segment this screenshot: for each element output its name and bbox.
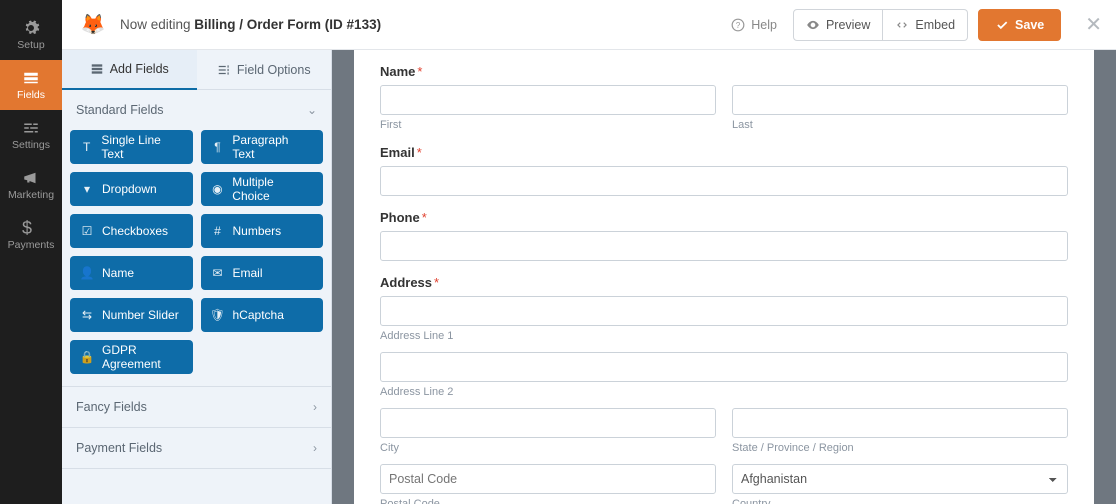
- section-fancy-fields[interactable]: Fancy Fields ›: [62, 387, 331, 427]
- address-line2-input[interactable]: [380, 352, 1068, 382]
- field-single-line-text[interactable]: TSingle Line Text: [70, 130, 193, 164]
- name-first-sublabel: First: [380, 119, 716, 131]
- tab-add-fields[interactable]: Add Fields: [62, 50, 197, 90]
- dropdown-icon: ▾: [80, 182, 94, 196]
- page-title: Now editing Billing / Order Form (ID #13…: [120, 17, 381, 32]
- address-city-sublabel: City: [380, 442, 716, 454]
- address-country-sublabel: Country: [732, 498, 1068, 504]
- name-label: Name*: [380, 64, 1068, 79]
- nav-fields-label: Fields: [17, 89, 45, 101]
- section-payment-fields[interactable]: Payment Fields ›: [62, 428, 331, 468]
- nav-settings-label: Settings: [12, 139, 50, 151]
- section-standard-fields[interactable]: Standard Fields ⌄: [62, 90, 331, 130]
- required-mark: *: [417, 64, 422, 79]
- address-city-input[interactable]: [380, 408, 716, 438]
- name-last-input[interactable]: [732, 85, 1068, 115]
- tab-field-options[interactable]: Field Options: [197, 50, 332, 89]
- left-nav: Setup Fields Settings Marketing $ Paymen…: [0, 0, 62, 504]
- envelope-icon: ✉: [211, 266, 225, 280]
- nav-setup-label: Setup: [17, 39, 44, 51]
- required-mark: *: [434, 275, 439, 290]
- field-email[interactable]: ✉Email: [201, 256, 324, 290]
- address-line2-sublabel: Address Line 2: [380, 386, 1068, 398]
- close-button[interactable]: ✕: [1085, 12, 1102, 37]
- dollar-icon: $: [22, 219, 40, 237]
- radio-icon: ◉: [211, 182, 225, 196]
- code-icon: [895, 18, 909, 32]
- address-postal-input[interactable]: [380, 464, 716, 494]
- email-label: Email*: [380, 145, 1068, 160]
- topbar: 🦊 Now editing Billing / Order Form (ID #…: [62, 0, 1116, 50]
- megaphone-icon: [22, 169, 40, 187]
- check-icon: [995, 18, 1009, 32]
- fields-icon: [22, 69, 40, 87]
- address-label: Address*: [380, 275, 1068, 290]
- field-number-slider[interactable]: ⇆Number Slider: [70, 298, 193, 332]
- add-fields-icon: [90, 62, 104, 76]
- shield-icon: 🛡: [211, 308, 225, 322]
- chevron-down-icon: ⌄: [307, 103, 317, 117]
- slider-icon: ⇆: [80, 308, 94, 322]
- help-icon: ?: [731, 18, 745, 32]
- form-field-email[interactable]: Email*: [380, 145, 1068, 196]
- person-icon: 👤: [80, 266, 94, 280]
- standard-fields-grid: TSingle Line Text ¶Paragraph Text ▾Dropd…: [62, 130, 331, 386]
- form-field-address[interactable]: Address* Address Line 1 Address Line 2: [380, 275, 1068, 504]
- form-field-phone[interactable]: Phone*: [380, 210, 1068, 261]
- required-mark: *: [417, 145, 422, 160]
- nav-marketing-label: Marketing: [8, 189, 54, 201]
- address-state-sublabel: State / Province / Region: [732, 442, 1068, 454]
- help-link[interactable]: ? Help: [731, 18, 777, 32]
- phone-input[interactable]: [380, 231, 1068, 261]
- field-dropdown[interactable]: ▾Dropdown: [70, 172, 193, 206]
- fields-panel: Add Fields Field Options Standard Fields…: [62, 50, 332, 504]
- address-line1-sublabel: Address Line 1: [380, 330, 1068, 342]
- app-logo: 🦊: [76, 8, 110, 42]
- address-state-input[interactable]: [732, 408, 1068, 438]
- close-icon: ✕: [1085, 14, 1102, 36]
- nav-payments-label: Payments: [8, 239, 55, 251]
- form-canvas: Name* First Last: [354, 50, 1094, 504]
- field-checkboxes[interactable]: ☑Checkboxes: [70, 214, 193, 248]
- field-numbers[interactable]: #Numbers: [201, 214, 324, 248]
- hash-icon: #: [211, 224, 225, 238]
- eye-icon: [806, 18, 820, 32]
- panel-tabs: Add Fields Field Options: [62, 50, 331, 90]
- required-mark: *: [422, 210, 427, 225]
- form-field-name[interactable]: Name* First Last: [380, 64, 1068, 131]
- field-paragraph-text[interactable]: ¶Paragraph Text: [201, 130, 324, 164]
- name-first-input[interactable]: [380, 85, 716, 115]
- address-country-select[interactable]: Afghanistan: [732, 464, 1068, 494]
- nav-payments[interactable]: $ Payments: [0, 210, 62, 260]
- lock-icon: 🔒: [80, 350, 94, 364]
- checkbox-icon: ☑: [80, 224, 94, 238]
- preview-button[interactable]: Preview: [793, 9, 883, 41]
- nav-settings[interactable]: Settings: [0, 110, 62, 160]
- phone-label: Phone*: [380, 210, 1068, 225]
- form-title: Billing / Order Form (ID #133): [194, 17, 381, 32]
- options-icon: [217, 63, 231, 77]
- name-last-sublabel: Last: [732, 119, 1068, 131]
- field-name[interactable]: 👤Name: [70, 256, 193, 290]
- field-hcaptcha[interactable]: 🛡hCaptcha: [201, 298, 324, 332]
- nav-fields[interactable]: Fields: [0, 60, 62, 110]
- paragraph-icon: ¶: [211, 140, 225, 154]
- chevron-right-icon: ›: [313, 400, 317, 414]
- editing-prefix: Now editing: [120, 17, 194, 32]
- svg-text:?: ?: [736, 20, 741, 29]
- field-gdpr[interactable]: 🔒GDPR Agreement: [70, 340, 193, 374]
- embed-button[interactable]: Embed: [883, 9, 968, 41]
- nav-marketing[interactable]: Marketing: [0, 160, 62, 210]
- chevron-right-icon: ›: [313, 441, 317, 455]
- address-postal-sublabel: Postal Code: [380, 498, 716, 504]
- save-button[interactable]: Save: [978, 9, 1061, 41]
- nav-setup[interactable]: Setup: [0, 10, 62, 60]
- field-multiple-choice[interactable]: ◉Multiple Choice: [201, 172, 324, 206]
- gear-icon: [22, 19, 40, 37]
- text-icon: T: [80, 140, 93, 154]
- address-line1-input[interactable]: [380, 296, 1068, 326]
- form-canvas-scroll[interactable]: Name* First Last: [332, 50, 1116, 504]
- email-input[interactable]: [380, 166, 1068, 196]
- sliders-icon: [22, 119, 40, 137]
